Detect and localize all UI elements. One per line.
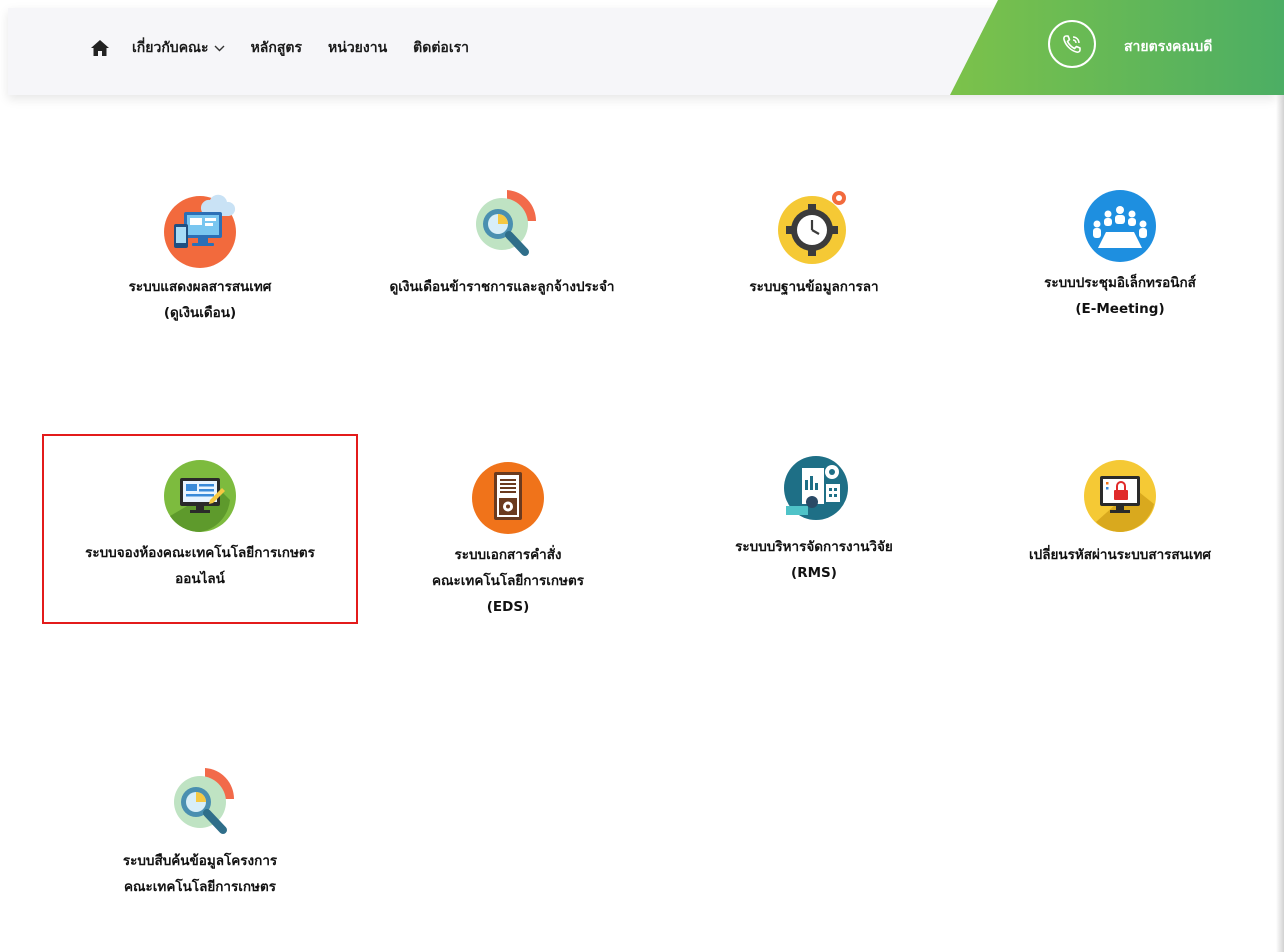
tile-project-search[interactable]: ระบบสืบค้นข้อมูลโครงการคณะเทคโนโลยีการเก… [40, 764, 360, 900]
gear-clock-icon [778, 191, 846, 264]
nav-item-departments[interactable]: หน่วยงาน [328, 37, 387, 59]
research-analytics-icon [784, 456, 848, 520]
home-icon[interactable] [90, 39, 110, 57]
tile-label-line: คณะเทคโนโลยีการเกษตร [124, 879, 276, 895]
phone-icon [1048, 20, 1096, 68]
tile-leave-database[interactable]: ระบบฐานข้อมูลการลา [654, 186, 974, 300]
monitor-pencil-icon [164, 460, 236, 533]
tile-label-line: คณะเทคโนโลยีการเกษตร [432, 573, 584, 589]
tile-label: ระบบสืบค้นข้อมูลโครงการคณะเทคโนโลยีการเก… [40, 848, 360, 900]
tile-label-line: ระบบบริหารจัดการงานวิจัย [735, 539, 893, 555]
tile-label-line: ระบบจองห้องคณะเทคโนโลยีการเกษตร [85, 545, 315, 561]
tile-change-password[interactable]: เปลี่ยนรหัสผ่านระบบสารสนเทศ [960, 456, 1280, 568]
tile-label-line: (ดูเงินเดือน) [163, 305, 237, 321]
tile-label-line: (E-Meeting) [1075, 301, 1165, 317]
tile-salary-view[interactable]: ดูเงินเดือนข้าราชการและลูกจ้างประจำ [342, 186, 662, 300]
meeting-people-icon [1084, 190, 1156, 262]
tile-label: เปลี่ยนรหัสผ่านระบบสารสนเทศ [960, 542, 1280, 568]
chevron-down-icon [214, 45, 225, 51]
dean-hotline-button[interactable]: สายตรงคณบดี [950, 0, 1284, 95]
nav-item-contact-label: ติดต่อเรา [413, 40, 470, 56]
tile-label-line: เปลี่ยนรหัสผ่านระบบสารสนเทศ [1029, 547, 1211, 563]
tile-label-line: (RMS) [791, 565, 837, 581]
document-gear-icon [472, 462, 544, 534]
tile-label: ระบบจองห้องคณะเทคโนโลยีการเกษตรออนไลน์ [40, 540, 360, 592]
tile-info-display-system[interactable]: ระบบแสดงผลสารสนเทศ (ดูเงินเดือน) [40, 190, 360, 326]
tile-label: ระบบบริหารจัดการงานวิจัย (RMS) [654, 534, 974, 586]
tile-label: ระบบแสดงผลสารสนเทศ (ดูเงินเดือน) [40, 274, 360, 326]
tile-label-line: ระบบแสดงผลสารสนเทศ [128, 279, 272, 295]
magnifier-chart-icon [174, 768, 235, 834]
tile-label-line: ระบบเอกสารคำสั่ง [454, 547, 562, 563]
nav-item-contact[interactable]: ติดต่อเรา [413, 37, 469, 59]
top-navigation-bar: เกี่ยวกับคณะ หลักสูตร หน่วยงาน ติดต่อเรา… [8, 0, 1284, 95]
tile-label: ดูเงินเดือนข้าราชการและลูกจ้างประจำ [342, 274, 662, 300]
magnifier-chart-icon [476, 190, 537, 256]
tile-label-line: (EDS) [486, 599, 530, 615]
tile-label-line: ออนไลน์ [175, 571, 225, 587]
nav-item-curriculum[interactable]: หลักสูตร [251, 37, 302, 59]
tile-room-booking[interactable]: ระบบจองห้องคณะเทคโนโลยีการเกษตรออนไลน์ [40, 456, 360, 592]
tile-label: ระบบประชุมอิเล็กทรอนิกส์ (E-Meeting) [960, 270, 1280, 322]
main-nav: เกี่ยวกับคณะ หลักสูตร หน่วยงาน ติดต่อเรา [90, 36, 495, 60]
tile-e-meeting[interactable]: ระบบประชุมอิเล็กทรอนิกส์ (E-Meeting) [960, 186, 1280, 322]
tile-label: ระบบเอกสารคำสั่งคณะเทคโนโลยีการเกษตร (EDS… [348, 542, 668, 620]
nav-item-departments-label: หน่วยงาน [328, 40, 388, 56]
monitor-lock-icon [1084, 460, 1156, 532]
tile-label-line: ระบบฐานข้อมูลการลา [749, 279, 879, 295]
tile-label-line: ดูเงินเดือนข้าราชการและลูกจ้างประจำ [389, 279, 615, 295]
tile-label-line: ระบบสืบค้นข้อมูลโครงการ [122, 853, 278, 869]
tile-rms-research[interactable]: ระบบบริหารจัดการงานวิจัย (RMS) [654, 450, 974, 586]
nav-item-curriculum-label: หลักสูตร [250, 40, 303, 56]
tile-label: ระบบฐานข้อมูลการลา [654, 274, 974, 300]
tile-label-line: ระบบประชุมอิเล็กทรอนิกส์ [1044, 275, 1196, 291]
dean-hotline-label: สายตรงคณบดี [1124, 39, 1213, 55]
nav-item-about-label: เกี่ยวกับคณะ [132, 40, 209, 56]
tile-eds-documents[interactable]: ระบบเอกสารคำสั่งคณะเทคโนโลยีการเกษตร (EDS… [348, 456, 668, 620]
computer-screens-icon [164, 194, 236, 268]
nav-item-about[interactable]: เกี่ยวกับคณะ [132, 37, 225, 59]
